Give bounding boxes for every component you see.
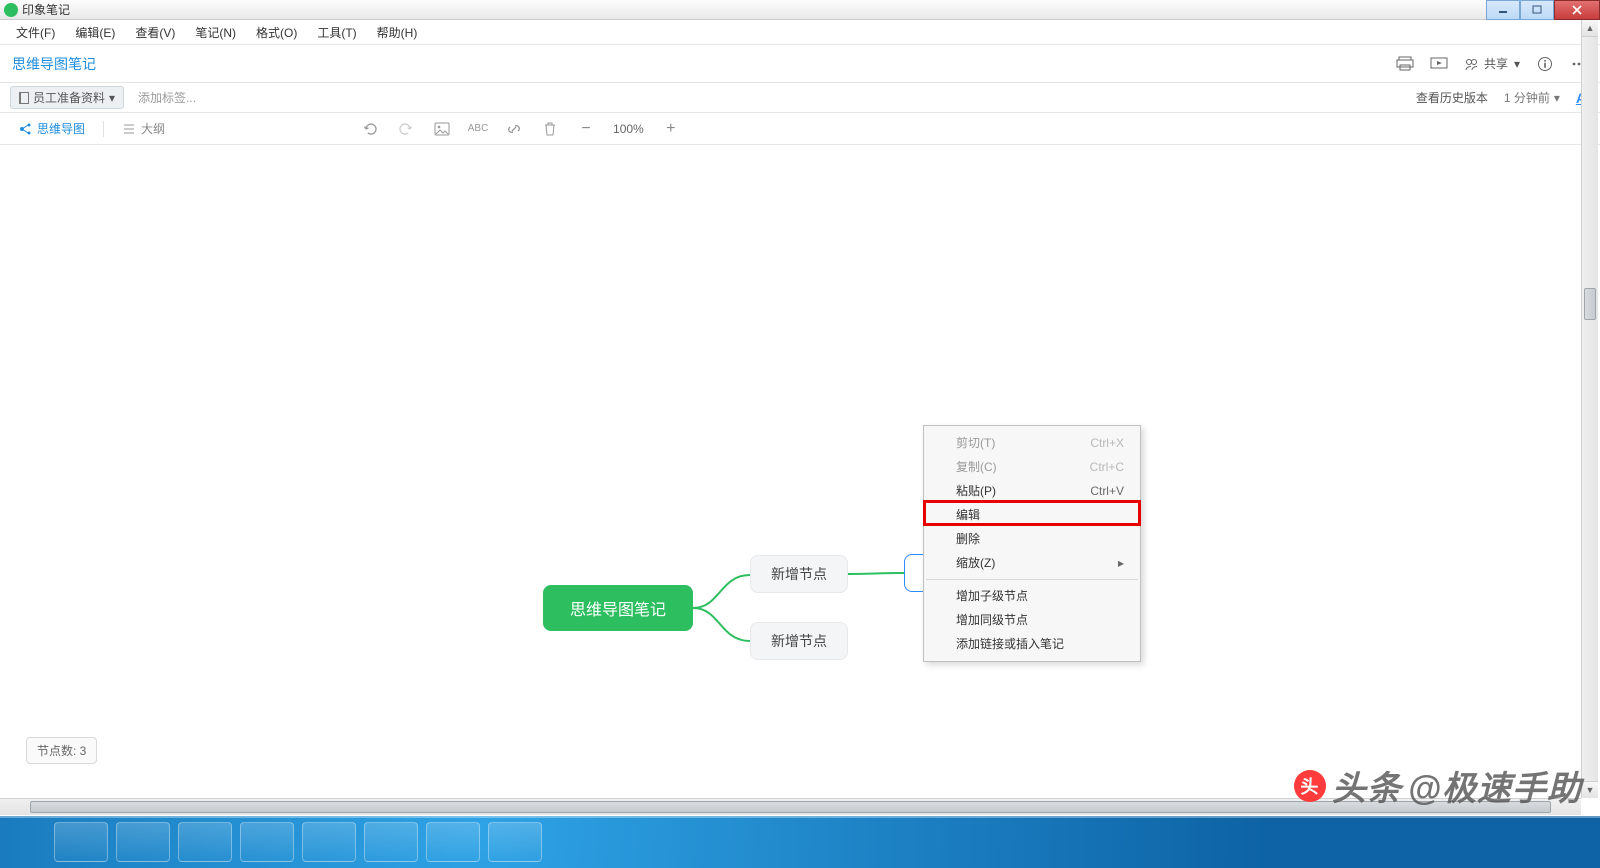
tab-mindmap-label: 思维导图: [37, 120, 85, 137]
context-menu: 剪切(T)Ctrl+X 复制(C)Ctrl+C 粘贴(P)Ctrl+V 编辑 删…: [923, 425, 1141, 662]
history-link[interactable]: 查看历史版本: [1416, 89, 1488, 106]
info-icon[interactable]: [1536, 55, 1554, 73]
scroll-up-icon[interactable]: ▲: [1582, 20, 1598, 37]
caret-down-icon: ▾: [1514, 57, 1520, 71]
taskbar-item[interactable]: [240, 822, 294, 862]
window-titlebar: 印象笔记: [0, 0, 1600, 20]
menu-view[interactable]: 查看(V): [125, 21, 185, 44]
delete-button[interactable]: [541, 120, 559, 138]
node-count-badge: 节点数: 3: [26, 737, 97, 764]
ctx-add-sibling[interactable]: 增加同级节点: [924, 608, 1140, 632]
scroll-thumb[interactable]: [30, 801, 1551, 813]
tab-outline-label: 大纲: [141, 120, 165, 137]
taskbar-item[interactable]: [426, 822, 480, 862]
menu-help[interactable]: 帮助(H): [367, 21, 428, 44]
notebook-selector[interactable]: 员工准备资料 ▾: [10, 86, 124, 109]
zoom-in-button[interactable]: +: [662, 120, 680, 138]
ctx-add-child[interactable]: 增加子级节点: [924, 584, 1140, 608]
app-title: 印象笔记: [22, 1, 70, 18]
ctx-delete[interactable]: 删除: [924, 527, 1140, 551]
ctx-cut[interactable]: 剪切(T)Ctrl+X: [924, 431, 1140, 455]
mindmap-child-node[interactable]: 新增节点: [750, 555, 848, 593]
print-icon[interactable]: [1396, 55, 1414, 73]
ctx-copy[interactable]: 复制(C)Ctrl+C: [924, 455, 1140, 479]
taskbar-item[interactable]: [364, 822, 418, 862]
ctx-zoom[interactable]: 缩放(Z): [924, 551, 1140, 575]
mindmap-root-node[interactable]: 思维导图笔记: [543, 585, 693, 631]
time-ago-label: 1 分钟前: [1504, 89, 1550, 106]
vertical-scrollbar[interactable]: ▲ ▼: [1581, 20, 1598, 798]
add-tag-input[interactable]: 添加标签...: [138, 89, 196, 106]
mindmap-icon: [18, 122, 32, 136]
note-title[interactable]: 思维导图笔记: [12, 54, 96, 74]
horizontal-scrollbar[interactable]: [0, 798, 1581, 815]
highlight-annotation: [923, 500, 1141, 526]
menu-edit[interactable]: 编辑(E): [65, 21, 125, 44]
tab-mindmap[interactable]: 思维导图: [18, 120, 85, 137]
scroll-down-icon[interactable]: ▼: [1582, 781, 1598, 798]
taskbar-item[interactable]: [54, 822, 108, 862]
caret-down-icon: ▾: [109, 91, 115, 105]
menu-bar: 文件(F) 编辑(E) 查看(V) 笔记(N) 格式(O) 工具(T) 帮助(H…: [0, 20, 1600, 45]
windows-taskbar[interactable]: [0, 816, 1600, 868]
app-icon: [4, 3, 18, 17]
ctx-add-link[interactable]: 添加链接或插入笔记: [924, 632, 1140, 656]
window-controls: [1486, 0, 1600, 20]
mindmap-canvas[interactable]: 思维导图笔记 新增节点 新增节点 新增节点: [20, 145, 1580, 798]
redo-button[interactable]: [397, 120, 415, 138]
zoom-out-button[interactable]: −: [577, 120, 595, 138]
menu-tools[interactable]: 工具(T): [307, 21, 366, 44]
image-button[interactable]: [433, 120, 451, 138]
taskbar-item[interactable]: [488, 822, 542, 862]
abc-button[interactable]: ABC: [469, 120, 487, 138]
share-label: 共享: [1484, 55, 1508, 72]
maximize-button[interactable]: [1520, 0, 1554, 20]
editor-toolbar: 思维导图 大纲 ABC − 100% +: [0, 113, 1600, 145]
minimize-button[interactable]: [1486, 0, 1520, 20]
notebook-name: 员工准备资料: [33, 89, 105, 106]
menu-format[interactable]: 格式(O): [246, 21, 307, 44]
menu-note[interactable]: 笔记(N): [185, 21, 246, 44]
taskbar-item[interactable]: [116, 822, 170, 862]
notebook-icon: [19, 92, 29, 104]
tag-bar: 员工准备资料 ▾ 添加标签... 查看历史版本 1 分钟前 ▾ A: [0, 83, 1600, 113]
outline-icon: [122, 122, 136, 136]
menu-file[interactable]: 文件(F): [6, 21, 65, 44]
present-icon[interactable]: [1430, 55, 1448, 73]
tab-outline[interactable]: 大纲: [122, 120, 165, 137]
mindmap-child-node[interactable]: 新增节点: [750, 622, 848, 660]
taskbar-item[interactable]: [178, 822, 232, 862]
share-button[interactable]: 共享 ▾: [1464, 55, 1520, 72]
close-button[interactable]: [1554, 0, 1600, 20]
caret-down-icon[interactable]: ▾: [1554, 91, 1560, 105]
note-header: 思维导图笔记 共享 ▾: [0, 45, 1600, 83]
link-button[interactable]: [505, 120, 523, 138]
scroll-thumb[interactable]: [1584, 288, 1596, 320]
undo-button[interactable]: [361, 120, 379, 138]
taskbar-item[interactable]: [302, 822, 356, 862]
zoom-level[interactable]: 100%: [613, 122, 644, 136]
